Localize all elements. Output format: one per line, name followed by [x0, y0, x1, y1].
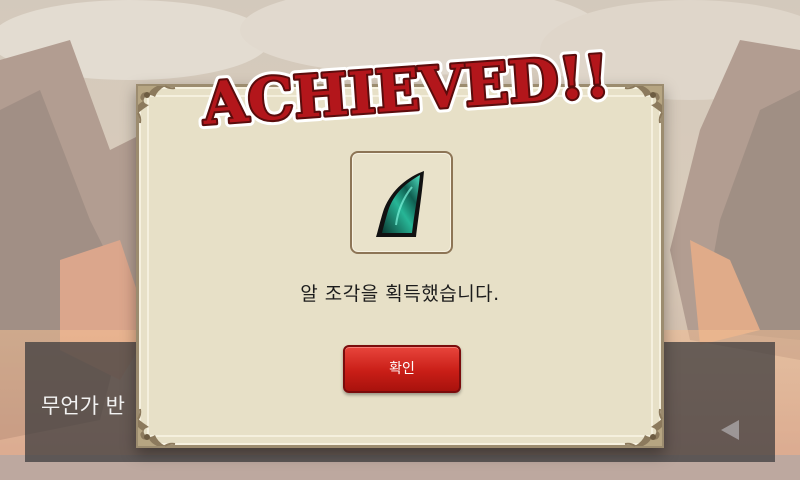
achieved-title: ACHIEVED!! ACHIEVED!! ACHIEVED!!: [196, 44, 616, 134]
ornament-corner-icon: [624, 85, 663, 124]
popup-message: 알 조각을 획득했습니다.: [300, 283, 500, 305]
achieved-title-text: ACHIEVED!!: [199, 44, 611, 134]
ornament-corner-icon: [137, 408, 176, 447]
confirm-button[interactable]: 확인: [343, 345, 461, 393]
ornament-corner-icon: [137, 85, 176, 124]
egg-shard-icon: [376, 171, 424, 237]
dialogue-next-arrow-icon[interactable]: [721, 420, 739, 440]
dialogue-text: 무언가 반: [41, 394, 125, 418]
ornament-corner-icon: [624, 408, 663, 447]
item-slot: [350, 151, 453, 254]
achievement-popup: 알 조각을 획득했습니다. 확인: [136, 84, 664, 448]
